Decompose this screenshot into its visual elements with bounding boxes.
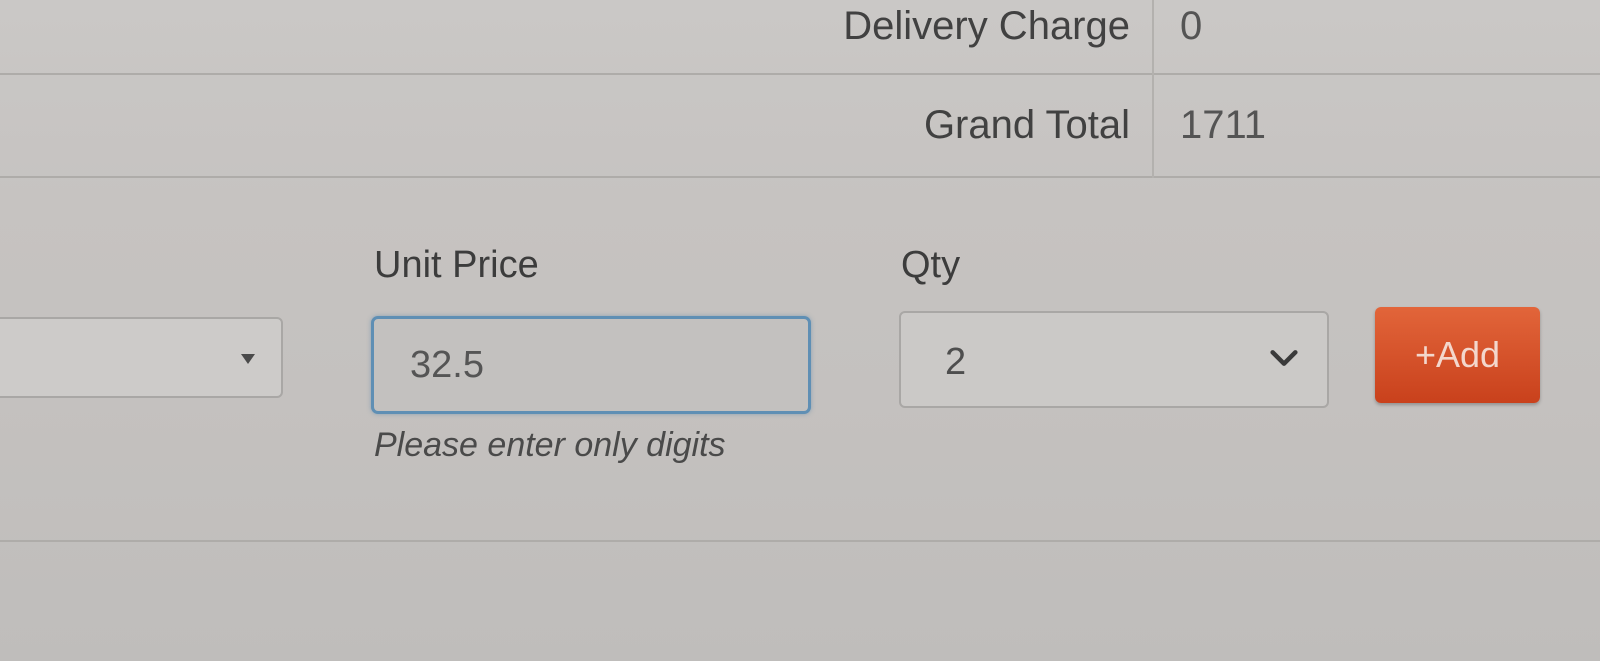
grand-total-value: 1711 <box>1180 103 1267 147</box>
caret-down-icon <box>241 354 255 364</box>
grand-total-row: Grand Total 1711 <box>0 75 1600 178</box>
table-column-divider <box>1152 0 1154 178</box>
qty-selected-value: 2 <box>945 341 967 383</box>
unit-price-help-text: Please enter only digits <box>374 426 726 464</box>
delivery-charge-label: Delivery Charge <box>843 4 1130 48</box>
add-item-form: Unit Price Please enter only digits Qty … <box>0 180 1600 540</box>
unit-price-input[interactable] <box>371 316 811 414</box>
unit-price-label: Unit Price <box>374 244 539 286</box>
delivery-charge-value: 0 <box>1180 4 1203 48</box>
chevron-down-icon <box>1270 350 1298 366</box>
qty-select[interactable]: 2 <box>899 311 1329 408</box>
add-button[interactable]: +Add <box>1375 307 1540 403</box>
product-select[interactable] <box>0 317 283 398</box>
grand-total-label: Grand Total <box>923 103 1130 147</box>
delivery-charge-row: Delivery Charge 0 <box>0 0 1600 75</box>
section-divider <box>0 540 1600 542</box>
qty-label: Qty <box>901 244 961 286</box>
order-summary-table: Delivery Charge 0 Grand Total 1711 <box>0 0 1600 178</box>
